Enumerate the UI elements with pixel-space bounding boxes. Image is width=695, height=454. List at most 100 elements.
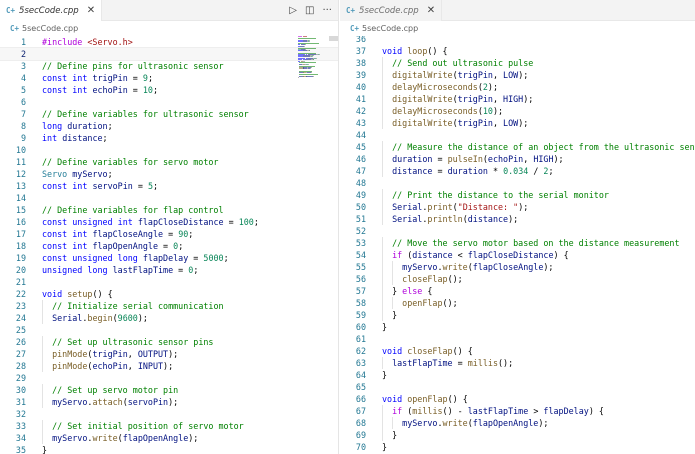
code-line[interactable]: 62 void closeFlap() { [340, 345, 695, 357]
code-line[interactable]: 39 digitalWrite(trigPin, LOW); [340, 69, 695, 81]
vertical-scrollbar[interactable] [329, 36, 338, 454]
code-line[interactable]: 14 [0, 192, 338, 204]
tab-5seccode-cpp[interactable]: C+ 5secCode.cpp ✕ [340, 0, 443, 21]
code-line[interactable]: 70} [340, 441, 695, 453]
code-line[interactable]: 69 } [340, 429, 695, 441]
code-line[interactable]: 6 [0, 96, 338, 108]
cpp-file-icon: C+ [10, 24, 20, 33]
code-line[interactable]: 50 Serial.print("Distance: "); [340, 201, 695, 213]
breadcrumb-file[interactable]: 5secCode.cpp [22, 24, 78, 33]
code-line[interactable]: 45 // Measure the distance of an object … [340, 141, 695, 153]
code-line[interactable]: 64} [340, 369, 695, 381]
code-line[interactable]: 49 // Print the distance to the serial m… [340, 189, 695, 201]
breadcrumb[interactable]: C+ 5secCode.cpp [0, 21, 338, 36]
code-line[interactable]: 11 // Define variables for servo motor [0, 156, 338, 168]
code-line[interactable]: 59 } [340, 309, 695, 321]
code-line[interactable]: 29 [0, 372, 338, 384]
minimap-token [309, 40, 310, 42]
code-line[interactable]: 35} [0, 444, 338, 454]
minimap[interactable] [298, 36, 326, 78]
code-line[interactable]: 19 const unsigned long flapDelay = 5000; [0, 252, 338, 264]
code-line[interactable]: 9 int distance; [0, 132, 338, 144]
code-line[interactable]: 65 [340, 381, 695, 393]
code-line[interactable]: 46 duration = pulseIn(echoPin, HIGH); [340, 153, 695, 165]
code-line[interactable]: 16 const unsigned int flapCloseDistance =… [0, 216, 338, 228]
code-editor-right[interactable]: 36 37 void loop() {38 // Send out ultrason… [340, 36, 695, 454]
code-line[interactable]: 22 void setup() { [0, 288, 338, 300]
code-line[interactable]: 4 const int trigPin = 9; [0, 72, 338, 84]
code-line[interactable]: 32 [0, 408, 338, 420]
run-icon[interactable]: ▷ [289, 5, 297, 16]
code-line[interactable]: 3 // Define pins for ultrasonic sensor [0, 60, 338, 72]
code-token: = [127, 85, 143, 95]
code-line[interactable]: 17 const int flapCloseAngle = 90; [0, 228, 338, 240]
code-line[interactable]: 1 #include <Servo.h> [0, 36, 338, 48]
line-number: 60 [355, 322, 366, 332]
code-line[interactable]: 51 Serial.println(distance); [340, 213, 695, 225]
code-line[interactable]: 55 myServo.write(flapCloseAngle); [340, 261, 695, 273]
code-line[interactable]: 10 [0, 144, 338, 156]
code-token: ); [168, 397, 179, 407]
code-line[interactable]: 58 openFlap(); [340, 297, 695, 309]
code-line[interactable]: 67 if (millis() - lastFlapTime > flapDel… [340, 405, 695, 417]
code-line[interactable]: 13 const int servoPin = 5; [0, 180, 338, 192]
code-line[interactable]: 44 [340, 129, 695, 141]
split-editor-icon[interactable]: ◫ [305, 5, 314, 16]
more-actions-icon[interactable]: ··· [322, 5, 332, 16]
close-icon[interactable]: ✕ [427, 5, 435, 16]
code-token: lastFlapTime [392, 358, 453, 368]
code-token: echoPin [487, 154, 524, 164]
code-line[interactable]: 20 unsigned long lastFlapTime = 0; [0, 264, 338, 276]
code-line[interactable]: 2 [0, 47, 338, 61]
code-token: flapCloseDistance [467, 250, 554, 260]
code-editor-left[interactable]: 1 #include <Servo.h> 2 3// Define pins for … [0, 36, 338, 454]
code-line[interactable]: 21 [0, 276, 338, 288]
code-line[interactable]: 8 long duration; [0, 120, 338, 132]
code-line[interactable]: 54 if (distance < flapCloseDistance) { [340, 249, 695, 261]
code-line[interactable]: 48 [340, 177, 695, 189]
code-line[interactable]: 57 } else { [340, 285, 695, 297]
code-line[interactable]: 68 myServo.write(flapOpenAngle); [340, 417, 695, 429]
code-line[interactable]: 41 digitalWrite(trigPin, HIGH); [340, 93, 695, 105]
code-line[interactable]: 5 const int echoPin = 10; [0, 84, 338, 96]
minimap-token [319, 54, 320, 55]
code-line[interactable]: 56 closeFlap(); [340, 273, 695, 285]
code-line[interactable]: 12 Servo myServo; [0, 168, 338, 180]
code-line[interactable]: 25 [0, 324, 338, 336]
code-line[interactable]: 42 delayMicroseconds(10); [340, 105, 695, 117]
code-line[interactable]: 15 // Define variables for flap control [0, 204, 338, 216]
code-line[interactable]: 38 // Send out ultrasonic pulse [340, 57, 695, 69]
code-line[interactable]: 36 [340, 36, 695, 45]
code-line[interactable]: 26 // Set up ultrasonic sensor pins [0, 336, 338, 348]
code-line[interactable]: 23 // Initialize serial communication [0, 300, 338, 312]
code-line[interactable]: 34 myServo.write(flapOpenAngle); [0, 432, 338, 444]
code-line[interactable]: 63 lastFlapTime = millis(); [340, 357, 695, 369]
code-line[interactable]: 53 // Move the servo motor based on the … [340, 237, 695, 249]
code-line[interactable]: 31 myServo.attach(servoPin); [0, 396, 338, 408]
tab-5seccode-cpp[interactable]: C+ 5secCode.cpp ✕ [0, 0, 103, 21]
code-line[interactable]: 66 void openFlap() { [340, 393, 695, 405]
minimap-token [298, 76, 299, 78]
scrollbar-thumb[interactable] [329, 36, 338, 41]
code-line[interactable]: 27 pinMode(trigPin, OUTPUT); [0, 348, 338, 360]
code-line[interactable]: 7 // Define variables for ultrasonic sens… [0, 108, 338, 120]
code-line[interactable]: 61 [340, 333, 695, 345]
code-line[interactable]: 43 digitalWrite(trigPin, LOW); [340, 117, 695, 129]
code-token: ) { [588, 406, 604, 416]
code-token: int [72, 85, 88, 95]
code-line[interactable]: 24 Serial.begin(9600); [0, 312, 338, 324]
breadcrumb-file[interactable]: 5secCode.cpp [362, 24, 418, 33]
breadcrumb[interactable]: C+ 5secCode.cpp [340, 21, 695, 36]
code-line[interactable]: 18 const int flapOpenAngle = 0; [0, 240, 338, 252]
close-icon[interactable]: ✕ [87, 5, 95, 16]
code-token: flapCloseAngle [472, 262, 544, 272]
code-line[interactable]: 33 // Set initial position of servo moto… [0, 420, 338, 432]
code-line[interactable]: 30 // Set up servo motor pin [0, 384, 338, 396]
code-line[interactable]: 60} [340, 321, 695, 333]
code-line[interactable]: 28 pinMode(echoPin, INPUT); [0, 360, 338, 372]
code-line[interactable]: 37 void loop() { [340, 45, 695, 57]
code-line[interactable]: 52 [340, 225, 695, 237]
code-line[interactable]: 47 distance = duration * 0.034 / 2; [340, 165, 695, 177]
code-line[interactable]: 40 delayMicroseconds(2); [340, 81, 695, 93]
